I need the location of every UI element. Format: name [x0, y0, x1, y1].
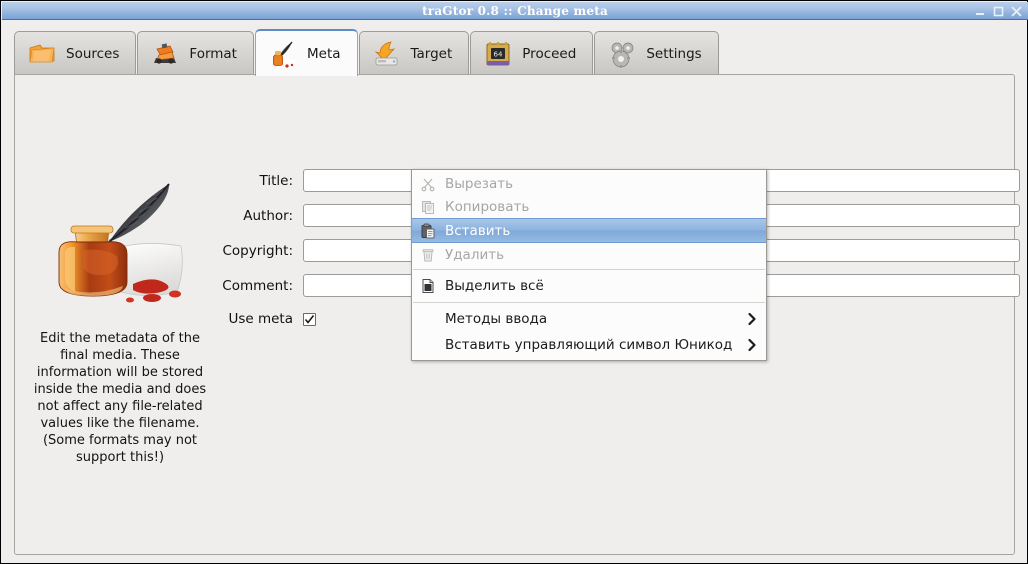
tab-target[interactable]: Target — [358, 31, 470, 75]
menu-item-label: Удалить — [445, 246, 505, 263]
menu-separator — [413, 269, 765, 270]
folder-icon — [27, 39, 57, 69]
help-text: Edit the metadata of the final media. Th… — [33, 331, 207, 465]
context-menu: Вырезать Копировать Вставить Удалить Выд… — [411, 169, 767, 361]
machine-icon — [150, 39, 180, 69]
chevron-right-icon — [746, 312, 758, 326]
gears-icon — [607, 39, 637, 69]
menu-item-label: Вставить — [445, 222, 511, 239]
document-icon — [420, 278, 436, 294]
use-meta-label: Use meta — [228, 311, 293, 327]
maximize-button[interactable] — [993, 6, 1004, 17]
tab-label: Settings — [646, 45, 702, 62]
menu-item-label: Методы ввода — [445, 311, 548, 327]
menu-item-label: Выделить всё — [445, 278, 544, 294]
menu-item-cut[interactable]: Вырезать — [412, 172, 766, 195]
trash-icon — [420, 247, 436, 263]
menu-item-label: Вставить управляющий символ Юникод — [445, 337, 733, 353]
tab-proceed[interactable]: 64 Proceed — [470, 31, 594, 75]
menu-item-paste[interactable]: Вставить — [412, 218, 766, 243]
tab-label: Target — [410, 45, 453, 62]
tab-format[interactable]: Format — [137, 31, 254, 75]
menu-item-input-methods[interactable]: Методы ввода — [412, 306, 766, 332]
window-title: traGtor 0.8 :: Change meta — [422, 4, 608, 18]
drive-arrow-icon — [372, 39, 402, 69]
comment-label: Comment: — [222, 277, 293, 294]
tab-label: Meta — [306, 45, 341, 62]
quill-inkwell-icon — [268, 39, 298, 69]
quill-inkwell-illustration — [20, 170, 220, 320]
cpu-chip-icon: 64 — [483, 39, 513, 69]
title-label: Title: — [259, 172, 293, 189]
svg-text:64: 64 — [494, 50, 503, 58]
tab-label: Format — [189, 45, 237, 62]
chevron-right-icon — [746, 338, 758, 352]
scissors-icon — [420, 176, 436, 192]
menu-item-select-all[interactable]: Выделить всё — [412, 273, 766, 299]
application-window: traGtor 0.8 :: Change meta Sources Forma… — [0, 0, 1028, 564]
use-meta-checkbox[interactable] — [303, 312, 316, 326]
window-controls — [975, 2, 1022, 20]
tab-meta[interactable]: Meta — [254, 29, 358, 76]
tab-label: Proceed — [522, 45, 577, 62]
menu-item-insert-unicode-control-character[interactable]: Вставить управляющий символ Юникод — [412, 332, 766, 358]
close-button[interactable] — [1011, 6, 1022, 17]
menu-item-delete[interactable]: Удалить — [412, 243, 766, 266]
menu-item-copy[interactable]: Копировать — [412, 195, 766, 218]
help-column: Edit the metadata of the final media. Th… — [20, 170, 220, 466]
clipboard-paste-icon — [420, 223, 436, 239]
tab-notebook: Sources Format Meta Target 64 Proceed Se… — [3, 20, 1027, 563]
menu-item-label: Вырезать — [445, 175, 514, 192]
meta-panel: Edit the metadata of the final media. Th… — [14, 74, 1020, 555]
title-bar: traGtor 0.8 :: Change meta — [2, 2, 1028, 20]
tab-strip: Sources Format Meta Target 64 Proceed Se… — [3, 29, 1027, 76]
copy-icon — [420, 199, 436, 215]
tab-sources[interactable]: Sources — [14, 31, 137, 75]
copyright-label: Copyright: — [222, 242, 293, 259]
tab-label: Sources — [66, 45, 120, 62]
tab-settings[interactable]: Settings — [594, 31, 719, 75]
menu-separator — [413, 302, 765, 303]
menu-item-label: Копировать — [445, 198, 530, 215]
minimize-button[interactable] — [975, 6, 986, 17]
author-label: Author: — [243, 207, 293, 224]
